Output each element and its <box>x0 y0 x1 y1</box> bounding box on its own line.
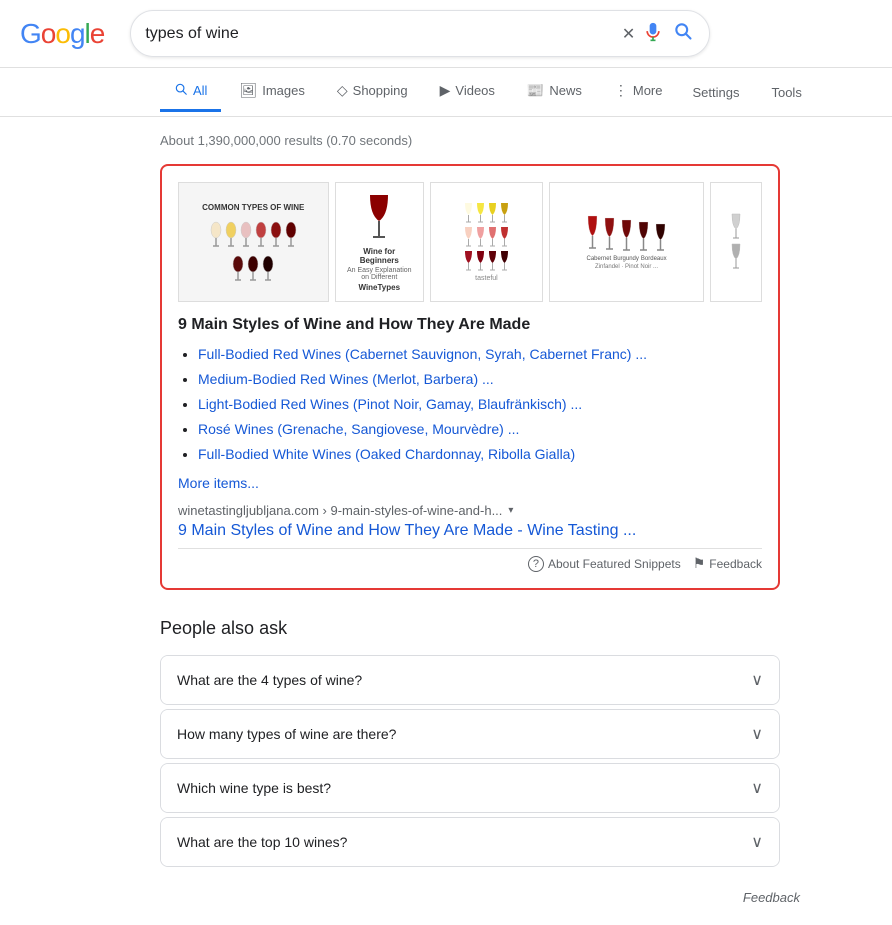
list-item-link-3[interactable]: Light-Bodied Red Wines (Pinot Noir, Gama… <box>198 396 582 412</box>
more-items-link[interactable]: More items... <box>178 475 762 491</box>
about-featured-snippets[interactable]: ? About Featured Snippets <box>528 556 681 572</box>
snippet-list: Full-Bodied Red Wines (Cabernet Sauvigno… <box>178 344 762 465</box>
list-item-link-2[interactable]: Medium-Bodied Red Wines (Merlot, Barbera… <box>198 371 494 387</box>
snippet-image-4[interactable]: Cabernet Burgundy Bordeaux Zinfandel · P… <box>549 182 704 302</box>
search-bar[interactable]: ✕ <box>130 10 710 57</box>
nav-right-actions: Settings Tools <box>680 77 813 108</box>
paa-item-3: Which wine type is best? ∨ <box>160 763 780 813</box>
chevron-down-icon-2: ∨ <box>751 724 763 744</box>
tab-all[interactable]: All <box>160 72 221 112</box>
paa-question-4[interactable]: What are the top 10 wines? ∨ <box>161 818 779 866</box>
shopping-icon: ◇ <box>337 82 348 99</box>
snippet-image-3[interactable]: tasteful <box>430 182 543 302</box>
list-item[interactable]: Medium-Bodied Red Wines (Merlot, Barbera… <box>198 369 762 390</box>
list-item[interactable]: Full-Bodied Red Wines (Cabernet Sauvigno… <box>198 344 762 365</box>
list-item[interactable]: Full-Bodied White Wines (Oaked Chardonna… <box>198 444 762 465</box>
google-logo: Google <box>20 18 104 50</box>
tools-button[interactable]: Tools <box>759 77 813 108</box>
snippet-source-url: winetastingljubljana.com › 9-main-styles… <box>178 503 502 518</box>
news-icon: 📰 <box>527 82 544 99</box>
paa-title: People also ask <box>160 610 780 647</box>
tab-shopping[interactable]: ◇ Shopping <box>323 72 422 112</box>
microphone-icon <box>643 22 663 42</box>
snippet-title: 9 Main Styles of Wine and How They Are M… <box>178 316 762 334</box>
all-icon <box>174 82 188 99</box>
snippet-images: COMMON TYPES OF WINE <box>178 182 762 302</box>
snippet-image-1[interactable]: COMMON TYPES OF WINE <box>178 182 329 302</box>
paa-item-4: What are the top 10 wines? ∨ <box>160 817 780 867</box>
paa-question-text-2: How many types of wine are there? <box>177 726 396 742</box>
snippet-image-5[interactable] <box>710 182 762 302</box>
tab-shopping-label: Shopping <box>353 83 408 98</box>
bottom-feedback-link[interactable]: Feedback <box>743 890 800 905</box>
logo-letter-e: e <box>90 18 105 50</box>
paa-question-text-3: Which wine type is best? <box>177 780 331 796</box>
list-item[interactable]: Rosé Wines (Grenache, Sangiovese, Mourvè… <box>198 419 762 440</box>
paa-question-1[interactable]: What are the 4 types of wine? ∨ <box>161 656 779 704</box>
about-label: About Featured Snippets <box>548 557 681 571</box>
list-item-link-1[interactable]: Full-Bodied Red Wines (Cabernet Sauvigno… <box>198 346 647 362</box>
paa-question-text-1: What are the 4 types of wine? <box>177 672 362 688</box>
paa-item-2: How many types of wine are there? ∨ <box>160 709 780 759</box>
snippet-source: winetastingljubljana.com › 9-main-styles… <box>178 503 762 518</box>
logo-letter-o1: o <box>41 18 56 50</box>
snippet-image-2[interactable]: Wine for Beginners An Easy Explanation o… <box>335 182 424 302</box>
chevron-down-icon-3: ∨ <box>751 778 763 798</box>
list-item[interactable]: Light-Bodied Red Wines (Pinot Noir, Gama… <box>198 394 762 415</box>
tab-images[interactable]: 🖼 Images <box>225 72 318 112</box>
settings-button[interactable]: Settings <box>680 77 751 108</box>
people-also-ask-section: People also ask What are the 4 types of … <box>160 610 780 867</box>
snippet-result-link[interactable]: 9 Main Styles of Wine and How They Are M… <box>178 522 762 540</box>
clear-button[interactable]: ✕ <box>622 24 635 44</box>
feedback-button[interactable]: ⚑ Feedback <box>693 555 762 572</box>
search-submit-button[interactable] <box>671 19 695 48</box>
videos-icon: ▶ <box>440 82 451 99</box>
more-icon: ⋮ <box>614 82 628 99</box>
results-area: About 1,390,000,000 results (0.70 second… <box>0 117 800 881</box>
chevron-down-icon-4: ∨ <box>751 832 763 852</box>
paa-question-2[interactable]: How many types of wine are there? ∨ <box>161 710 779 758</box>
dropdown-arrow-icon[interactable]: ▾ <box>508 505 513 516</box>
search-nav: All 🖼 Images ◇ Shopping ▶ Videos 📰 News … <box>0 68 892 117</box>
tab-videos[interactable]: ▶ Videos <box>426 72 509 112</box>
paa-question-text-4: What are the top 10 wines? <box>177 834 347 850</box>
results-count: About 1,390,000,000 results (0.70 second… <box>160 127 800 148</box>
images-icon: 🖼 <box>239 82 257 99</box>
voice-search-button[interactable] <box>643 22 663 45</box>
logo-letter-g: G <box>20 18 41 50</box>
paa-item-1: What are the 4 types of wine? ∨ <box>160 655 780 705</box>
logo-letter-o2: o <box>55 18 70 50</box>
list-item-link-5[interactable]: Full-Bodied White Wines (Oaked Chardonna… <box>198 446 575 462</box>
tab-all-label: All <box>193 83 207 98</box>
tab-news[interactable]: 📰 News <box>513 72 596 112</box>
tab-videos-label: Videos <box>455 83 495 98</box>
snippet-footer: ? About Featured Snippets ⚑ Feedback <box>178 548 762 572</box>
list-item-link-4[interactable]: Rosé Wines (Grenache, Sangiovese, Mourvè… <box>198 421 519 437</box>
search-icon <box>673 21 693 41</box>
featured-snippet: COMMON TYPES OF WINE <box>160 164 780 590</box>
chevron-down-icon-1: ∨ <box>751 670 763 690</box>
flag-icon: ⚑ <box>693 555 706 572</box>
search-input[interactable] <box>145 25 614 43</box>
tab-more[interactable]: ⋮ More <box>600 72 677 112</box>
question-mark-icon: ? <box>528 556 544 572</box>
bottom-feedback-area: Feedback <box>0 881 820 925</box>
header: Google ✕ <box>0 0 892 68</box>
tab-images-label: Images <box>262 83 305 98</box>
tab-news-label: News <box>549 83 582 98</box>
logo-letter-g2: g <box>70 18 85 50</box>
feedback-label: Feedback <box>709 557 762 571</box>
tab-more-label: More <box>633 83 663 98</box>
paa-question-3[interactable]: Which wine type is best? ∨ <box>161 764 779 812</box>
